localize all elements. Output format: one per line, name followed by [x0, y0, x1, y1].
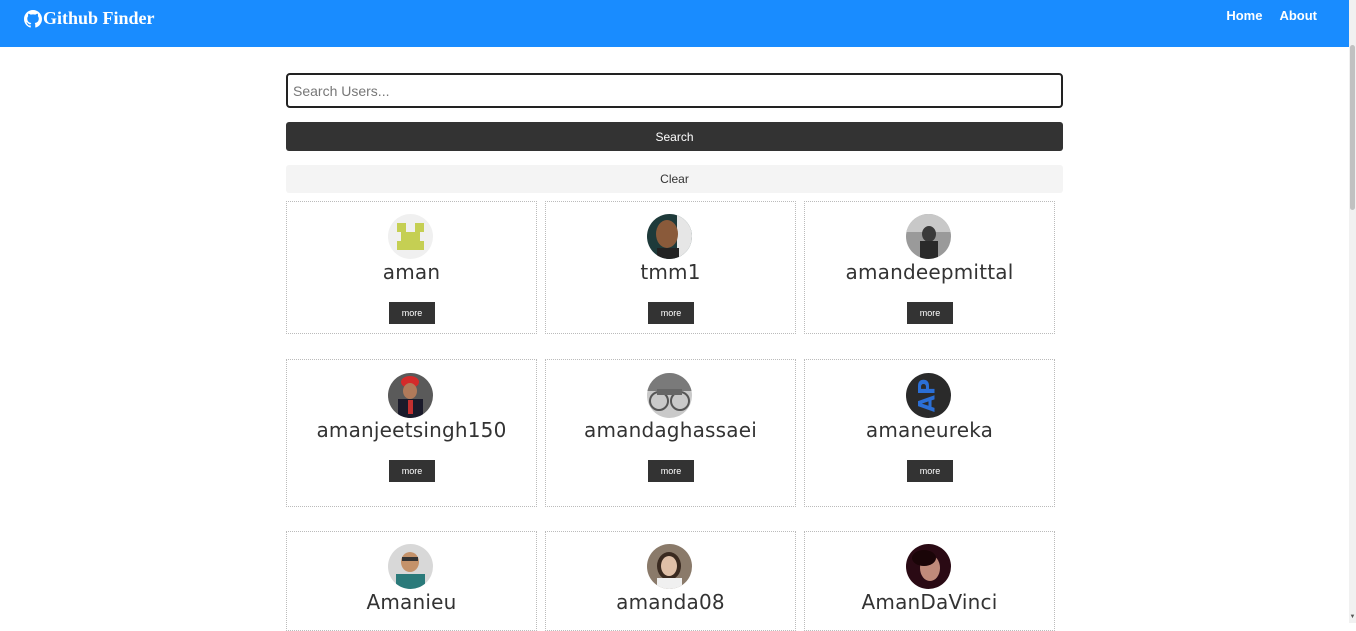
- more-button[interactable]: more: [389, 302, 435, 324]
- avatar: AP: [906, 373, 951, 418]
- username: tmm1: [640, 260, 701, 284]
- svg-text:AP: AP: [916, 379, 941, 412]
- avatar: [388, 544, 433, 589]
- username: amandaghassaei: [583, 418, 757, 442]
- scrollbar-thumb[interactable]: [1350, 45, 1355, 210]
- user-card: amandaghassaei more: [545, 359, 796, 507]
- navbar: Github Finder Home About: [0, 0, 1349, 47]
- user-card: amandeepmittal more: [804, 201, 1055, 334]
- user-card: AP amaneureka more: [804, 359, 1055, 507]
- more-button[interactable]: more: [907, 302, 953, 324]
- username: aman: [382, 260, 441, 284]
- user-card: Amanieu: [286, 531, 537, 631]
- avatar: [647, 373, 692, 418]
- nav-link-home[interactable]: Home: [1226, 8, 1262, 23]
- avatar: [906, 214, 951, 259]
- user-card: aman more: [286, 201, 537, 334]
- scrollbar[interactable]: ▼: [1349, 0, 1356, 623]
- scroll-down-arrow-icon[interactable]: ▼: [1349, 613, 1356, 621]
- more-button[interactable]: more: [648, 460, 694, 482]
- more-button[interactable]: more: [648, 302, 694, 324]
- user-card: tmm1 more: [545, 201, 796, 334]
- brand[interactable]: Github Finder: [24, 8, 155, 29]
- github-icon: [24, 9, 42, 28]
- brand-title: Github Finder: [43, 8, 155, 28]
- clear-button[interactable]: Clear: [286, 165, 1063, 193]
- search-button[interactable]: Search: [286, 122, 1063, 151]
- more-button[interactable]: more: [907, 460, 953, 482]
- nav-link-about[interactable]: About: [1279, 8, 1317, 23]
- username: AmanDaVinci: [861, 590, 998, 614]
- user-card: amanda08: [545, 531, 796, 631]
- avatar: [388, 214, 433, 259]
- avatar: [647, 544, 692, 589]
- username: amanda08: [616, 590, 725, 614]
- user-card: amanjeetsingh150 more: [286, 359, 537, 507]
- username: amaneureka: [865, 418, 994, 442]
- nav-links: Home About: [1226, 8, 1317, 23]
- search-input[interactable]: [286, 73, 1063, 108]
- username: amandeepmittal: [845, 260, 1014, 284]
- username: Amanieu: [366, 590, 457, 614]
- more-button[interactable]: more: [389, 460, 435, 482]
- user-card: AmanDaVinci: [804, 531, 1055, 631]
- avatar: [906, 544, 951, 589]
- username: amanjeetsingh150: [316, 418, 507, 442]
- avatar: [388, 373, 433, 418]
- avatar: [647, 214, 692, 259]
